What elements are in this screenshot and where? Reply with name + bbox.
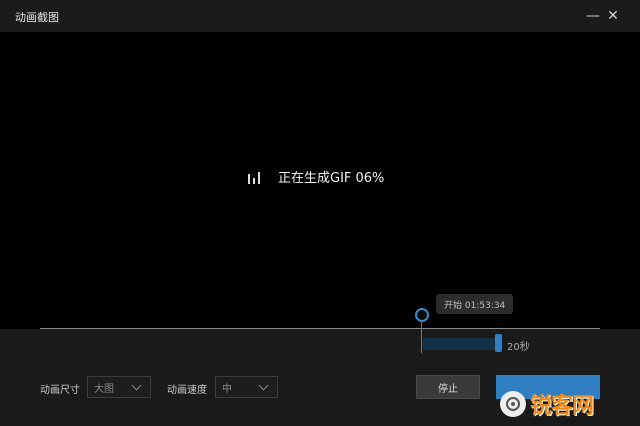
title-bar: 动画截图 — ✕ bbox=[0, 0, 640, 32]
watermark: 锐客网 bbox=[500, 384, 594, 424]
duration-label: 20秒 bbox=[507, 342, 530, 353]
speed-select[interactable]: 中 bbox=[215, 376, 278, 398]
close-icon: ✕ bbox=[607, 8, 619, 24]
status-text: 正在生成GIF 06% bbox=[278, 171, 385, 186]
end-range-handle[interactable] bbox=[495, 334, 502, 352]
size-label: 动画尺寸 bbox=[40, 385, 80, 396]
size-select[interactable]: 大图 bbox=[87, 376, 151, 398]
watermark-text: 锐客网 bbox=[530, 394, 594, 419]
chevron-down-icon bbox=[258, 380, 269, 391]
speed-label: 动画速度 bbox=[167, 385, 207, 396]
start-marker-handle[interactable] bbox=[415, 308, 429, 322]
size-select-value: 大图 bbox=[94, 383, 114, 395]
minimize-icon: — bbox=[586, 8, 600, 24]
watermark-logo-icon bbox=[500, 391, 526, 417]
stop-button[interactable]: 停止 bbox=[416, 375, 480, 399]
selection-range[interactable] bbox=[423, 338, 497, 350]
chevron-down-icon bbox=[131, 380, 142, 391]
start-marker-stem bbox=[421, 321, 422, 353]
window-title: 动画截图 bbox=[15, 11, 59, 24]
timeline-track[interactable] bbox=[40, 328, 600, 329]
loading-icon bbox=[248, 170, 268, 184]
speed-select-value: 中 bbox=[222, 383, 232, 395]
minimize-button[interactable]: — bbox=[583, 6, 603, 26]
stop-button-label: 停止 bbox=[438, 383, 458, 395]
start-time-tooltip: 开始 01:53:34 bbox=[436, 294, 514, 314]
close-button[interactable]: ✕ bbox=[603, 6, 623, 26]
generation-status: 正在生成GIF 06% bbox=[248, 167, 384, 186]
